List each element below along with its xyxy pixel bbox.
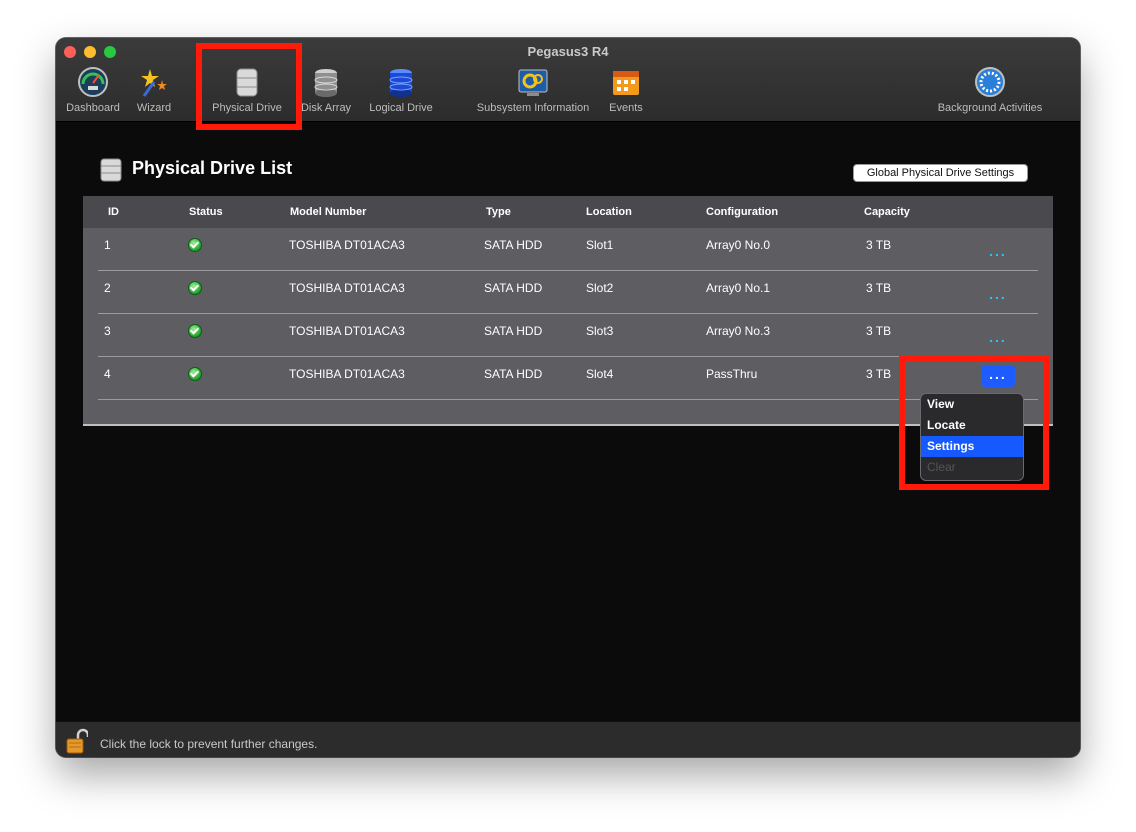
column-header: Capacity [864, 206, 910, 218]
toolbar-label: Logical Drive [369, 102, 433, 114]
app-window: Pegasus3 R4 Dashboard Wizard Physical Dr… [56, 38, 1080, 757]
toolbar-label: Dashboard [66, 102, 120, 114]
toolbar-disk-array[interactable]: Disk Array [296, 64, 356, 118]
disk-array-icon [314, 69, 338, 97]
toolbar-subsystem-information[interactable]: Subsystem Information [470, 64, 596, 118]
status-ok-icon [188, 367, 202, 381]
logical-drive-icon [389, 69, 413, 97]
cell-type: SATA HDD [484, 281, 543, 295]
cell-type: SATA HDD [484, 238, 543, 252]
unlocked-padlock-icon[interactable] [66, 728, 88, 754]
column-header: Configuration [706, 206, 779, 218]
status-ok-icon [188, 281, 202, 295]
status-ok-icon [188, 238, 202, 252]
gauge-icon [78, 67, 108, 97]
table-row[interactable]: 1 TOSHIBA DT01ACA3 SATA HDD Slot1 Array0… [83, 228, 1053, 271]
cell-id: 2 [104, 281, 111, 295]
toolbar-logical-drive[interactable]: Logical Drive [364, 64, 438, 118]
cell-id: 3 [104, 324, 111, 338]
cell-id: 4 [104, 367, 111, 381]
column-header: Status [189, 206, 223, 218]
cell-location: Slot3 [586, 324, 614, 338]
cell-model: TOSHIBA DT01ACA3 [289, 281, 405, 295]
more-options-button[interactable]: ... [981, 328, 1015, 350]
toolbar-label: Events [609, 102, 643, 114]
cell-capacity: 3 TB [866, 367, 892, 381]
status-message: Click the lock to prevent further change… [100, 737, 318, 751]
toolbar-events[interactable]: Events [600, 64, 652, 118]
cell-model: TOSHIBA DT01ACA3 [289, 367, 405, 381]
cell-type: SATA HDD [484, 324, 543, 338]
row-divider [98, 399, 1038, 400]
cell-location: Slot1 [586, 238, 614, 252]
column-header: ID [108, 206, 119, 218]
table-row[interactable]: 3 TOSHIBA DT01ACA3 SATA HDD Slot3 Array0… [83, 314, 1053, 357]
titlebar: Pegasus3 R4 Dashboard Wizard Physical Dr… [56, 38, 1080, 130]
column-header: Type [486, 206, 511, 218]
events-calendar-icon [613, 71, 639, 95]
cell-model: TOSHIBA DT01ACA3 [289, 238, 405, 252]
highlight-box [196, 43, 302, 130]
highlight-box [899, 356, 1049, 490]
background-activities-icon [975, 67, 1005, 97]
toolbar-wizard[interactable]: Wizard [128, 64, 180, 118]
table-header: ID Status Model Number Type Location Con… [83, 196, 1053, 228]
cell-location: Slot2 [586, 281, 614, 295]
cell-type: SATA HDD [484, 367, 543, 381]
cell-model: TOSHIBA DT01ACA3 [289, 324, 405, 338]
page-title: Physical Drive List [132, 158, 293, 178]
column-header: Location [586, 206, 632, 218]
toolbar-label: Wizard [136, 102, 172, 114]
cell-capacity: 3 TB [866, 238, 892, 252]
global-physical-drive-settings-button[interactable]: Global Physical Drive Settings [853, 164, 1028, 182]
toolbar-dashboard[interactable]: Dashboard [62, 64, 124, 118]
toolbar-background-activities[interactable]: Background Activities [928, 64, 1052, 118]
status-ok-icon [188, 324, 202, 338]
cell-configuration: Array0 No.1 [706, 281, 771, 295]
cell-configuration: Array0 No.3 [706, 324, 771, 338]
toolbar-label: Subsystem Information [476, 102, 590, 114]
physical-drive-icon [100, 158, 122, 182]
table-row[interactable]: 2 TOSHIBA DT01ACA3 SATA HDD Slot2 Array0… [83, 271, 1053, 314]
cell-capacity: 3 TB [866, 324, 892, 338]
cell-location: Slot4 [586, 367, 614, 381]
more-options-button[interactable]: ... [981, 285, 1015, 307]
more-options-button[interactable]: ... [981, 242, 1015, 264]
cell-configuration: PassThru [706, 367, 758, 381]
cell-configuration: Array0 No.0 [706, 238, 771, 252]
cell-capacity: 3 TB [866, 281, 892, 295]
toolbar-label: Background Activities [937, 102, 1043, 114]
cell-id: 1 [104, 238, 111, 252]
wizard-stars-icon [141, 69, 167, 97]
subsystem-info-icon [518, 69, 548, 96]
status-bar: Click the lock to prevent further change… [56, 721, 1080, 757]
column-header: Model Number [290, 206, 367, 218]
toolbar-label: Disk Array [300, 102, 352, 114]
